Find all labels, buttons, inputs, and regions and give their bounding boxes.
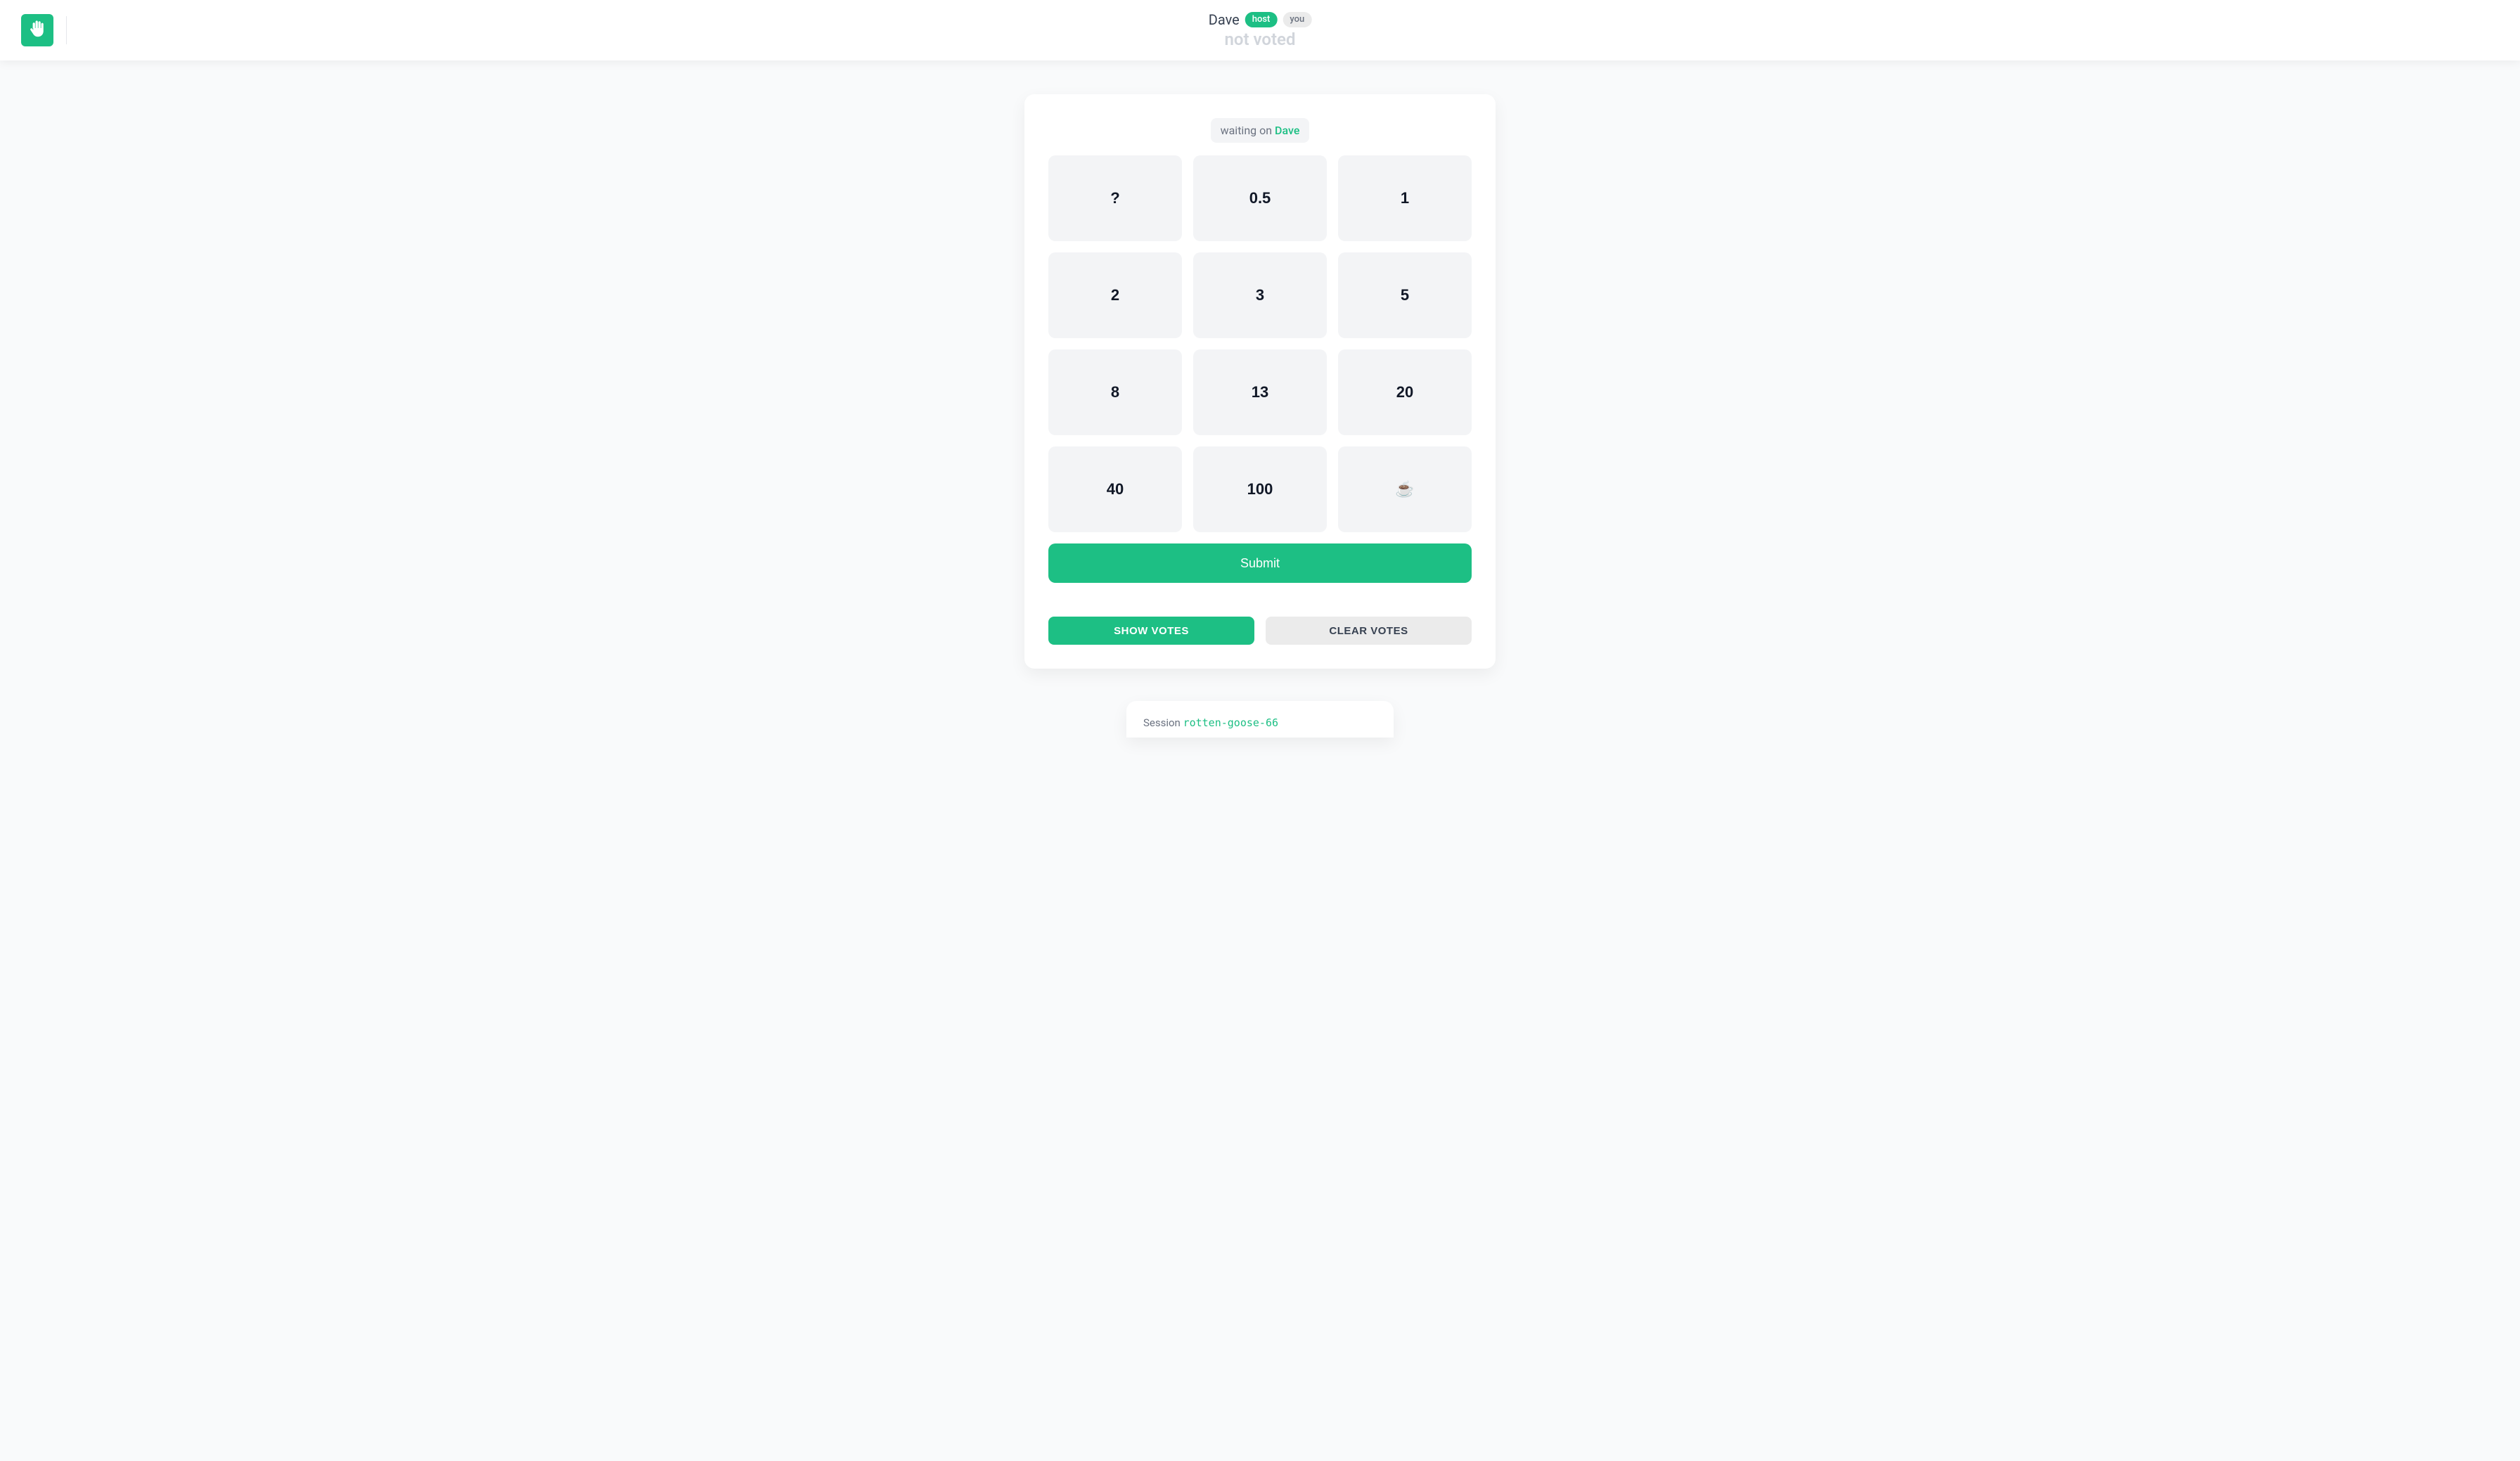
vote-card-5[interactable]: 5 (1338, 252, 1472, 338)
voting-panel: waiting on Dave ? 0.5 1 2 3 5 8 13 20 40… (1024, 94, 1496, 669)
vote-card-100[interactable]: 100 (1193, 446, 1327, 532)
host-actions: SHOW VOTES CLEAR VOTES (1048, 617, 1472, 645)
user-name: Dave (1209, 11, 1240, 28)
hand-icon (27, 19, 47, 41)
submit-button[interactable]: Submit (1048, 543, 1472, 583)
session-id: rotten-goose-66 (1183, 716, 1278, 729)
user-row: Dave host you (1209, 11, 1312, 28)
vote-card-8[interactable]: 8 (1048, 349, 1182, 435)
session-label: Session (1143, 716, 1183, 729)
waiting-prefix: waiting on (1221, 124, 1275, 137)
vote-card-13[interactable]: 13 (1193, 349, 1327, 435)
vote-card-40[interactable]: 40 (1048, 446, 1182, 532)
waiting-chip: waiting on Dave (1211, 118, 1310, 143)
show-votes-button[interactable]: SHOW VOTES (1048, 617, 1254, 645)
clear-votes-button[interactable]: CLEAR VOTES (1266, 617, 1472, 645)
app-header: Dave host you not voted (0, 0, 2520, 60)
waiting-name: Dave (1275, 124, 1299, 137)
vote-card-0-5[interactable]: 0.5 (1193, 155, 1327, 241)
vote-card-1[interactable]: 1 (1338, 155, 1472, 241)
session-panel: Session rotten-goose-66 (1126, 701, 1394, 738)
card-grid: ? 0.5 1 2 3 5 8 13 20 40 100 ☕ (1048, 155, 1472, 532)
vote-card-coffee[interactable]: ☕ (1338, 446, 1472, 532)
header-divider (66, 16, 67, 44)
vote-card-20[interactable]: 20 (1338, 349, 1472, 435)
vote-card-2[interactable]: 2 (1048, 252, 1182, 338)
waiting-wrap: waiting on Dave (1048, 118, 1472, 143)
host-badge: host (1245, 12, 1278, 27)
header-user-block: Dave host you not voted (1209, 11, 1312, 49)
you-badge: you (1282, 12, 1311, 27)
vote-card-question[interactable]: ? (1048, 155, 1182, 241)
app-logo[interactable] (21, 14, 53, 46)
vote-status: not voted (1225, 30, 1296, 49)
vote-card-3[interactable]: 3 (1193, 252, 1327, 338)
main-content: waiting on Dave ? 0.5 1 2 3 5 8 13 20 40… (0, 60, 2520, 738)
